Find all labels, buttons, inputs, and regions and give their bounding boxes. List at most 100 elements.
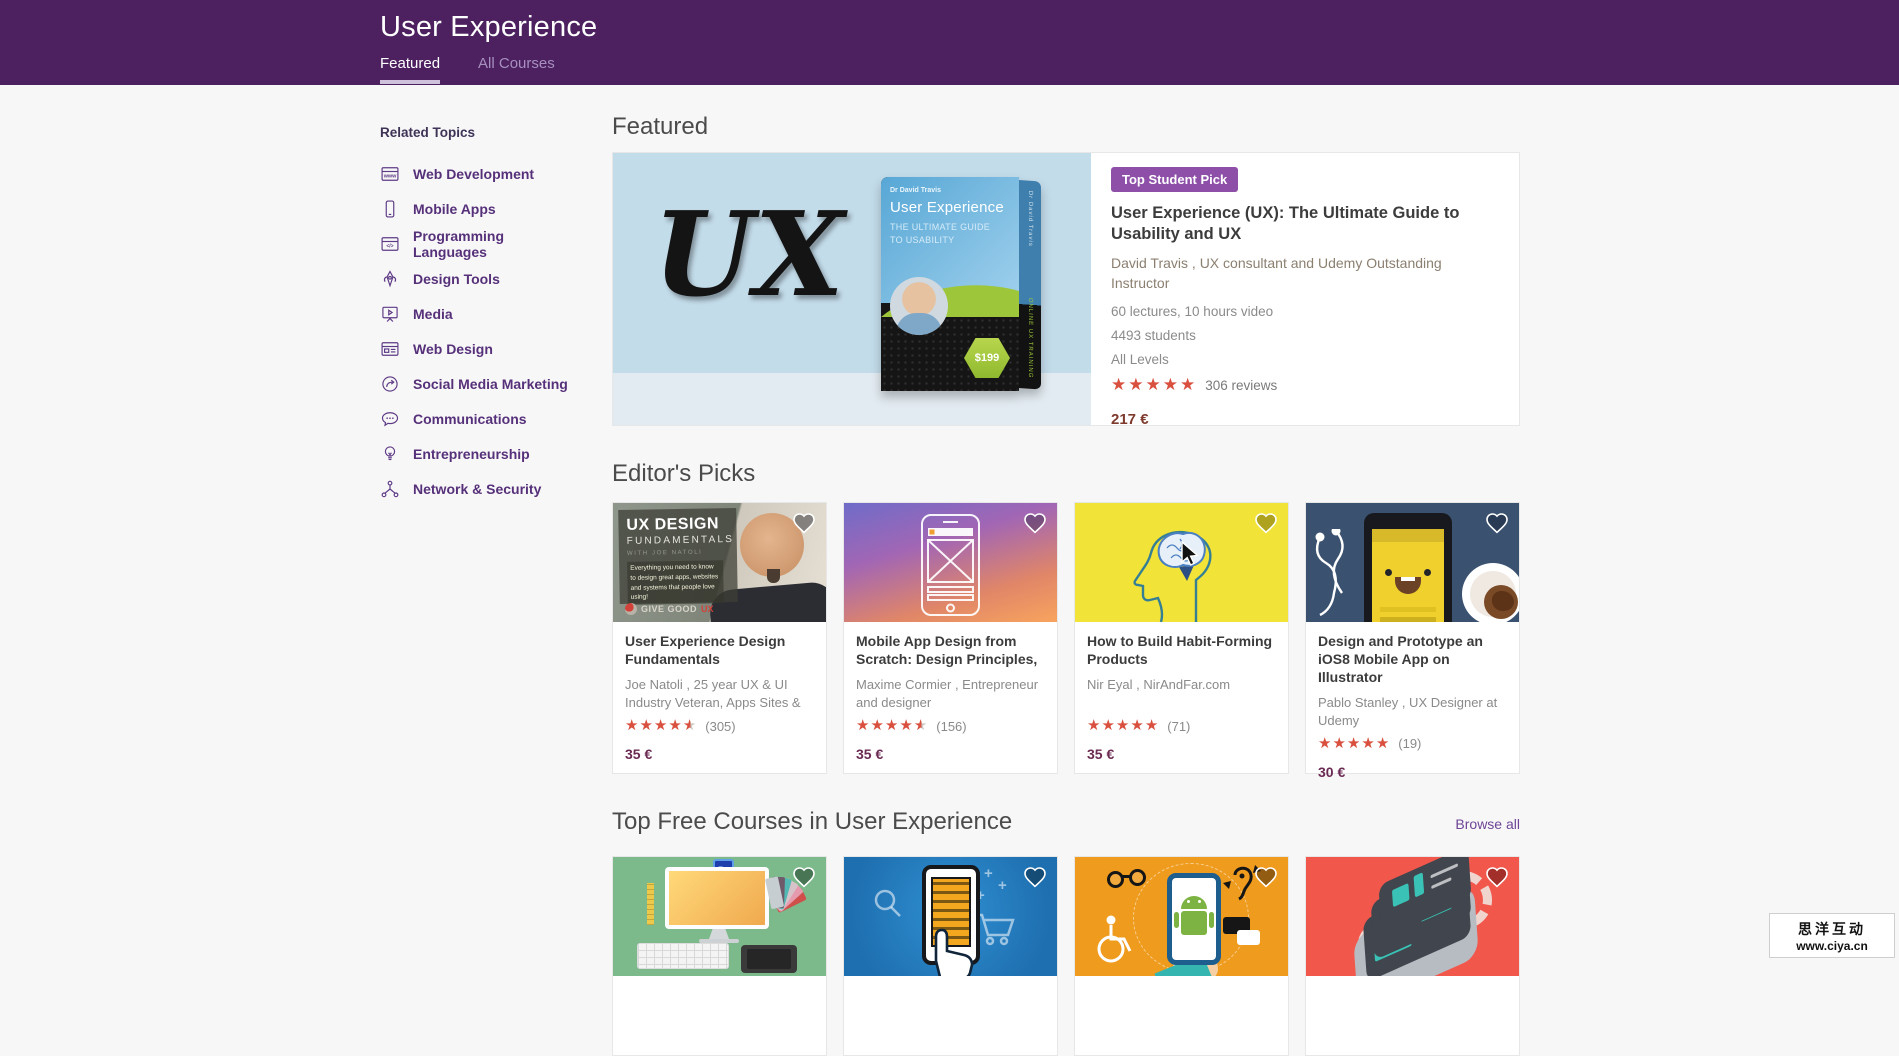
sidebar-item-label: Media [413,306,453,322]
coffee-cup-illustration [1462,563,1519,622]
sidebar-item-mobile-apps[interactable]: Mobile Apps [380,191,579,226]
spine-product-text: ONLINE UX TRAINING [1027,298,1033,379]
wishlist-heart-icon[interactable] [1484,511,1510,535]
sidebar-item-label: Web Design [413,341,493,357]
review-count: (305) [705,719,735,734]
course-card-ios8-prototype[interactable]: Design and Prototype an iOS8 Mobile App … [1305,502,1520,774]
presentation-play-icon [380,304,400,324]
watermark-line2: www.ciya.cn [1796,939,1868,953]
watermark: 思洋互动 www.ciya.cn [1769,913,1895,958]
network-nodes-icon [380,479,400,499]
wishlist-heart-icon[interactable] [1253,511,1279,535]
course-thumbnail [1306,503,1519,622]
earphones-illustration [1306,529,1370,622]
sidebar-item-communications[interactable]: Communications [380,401,579,436]
smartphone-icon [380,199,400,219]
tab-all-courses[interactable]: All Courses [478,55,555,84]
course-card-mobile-app-design[interactable]: Mobile App Design from Scratch: Design P… [843,502,1058,774]
featured-course-card[interactable]: UX Dr David Travis User Experience THE U… [612,152,1520,426]
wheelchair-icon [1091,913,1135,965]
browser-layout-icon [380,339,400,359]
wishlist-heart-icon[interactable] [1022,511,1048,535]
free-course-card-app-layers[interactable] [1305,856,1520,1056]
star-rating: ★★★★★ [625,717,697,735]
course-thumbnail [1075,857,1288,976]
course-price: 35 € [1087,746,1276,762]
sidebar-item-programming-languages[interactable]: </> Programming Languages [380,226,579,261]
review-count: (71) [1167,719,1190,734]
hand-tap-illustration [916,921,982,976]
sidebar-item-label: Network & Security [413,481,541,497]
top-student-pick-badge: Top Student Pick [1111,167,1238,192]
sidebar-item-media[interactable]: Media [380,296,579,331]
svg-text:</>: </> [386,243,393,249]
product-box: Dr David Travis User Experience THE ULTI… [881,177,1041,391]
page-title: User Experience [380,0,1899,44]
instructor-photo [890,277,948,335]
give-good-ux-logo: GIVE GOOD UX [625,603,714,615]
wishlist-heart-icon[interactable] [791,865,817,889]
svg-text:www: www [383,173,397,179]
graphics-tablet-illustration [741,945,797,973]
review-count: (19) [1398,736,1421,751]
course-title: Design and Prototype an iOS8 Mobile App … [1318,632,1507,687]
sidebar-item-network-security[interactable]: Network & Security [380,471,579,506]
tab-featured[interactable]: Featured [380,55,440,84]
star-rating: ★★★★★ [1087,717,1159,735]
free-course-card-android-accessibility[interactable] [1074,856,1289,1056]
sidebar-item-label: Entrepreneurship [413,446,530,462]
course-thumbnail: UX DESIGN FUNDAMENTALS WITH JOE NATOLI E… [613,503,826,622]
header-tabs: Featured All Courses [380,55,1899,84]
sidebar-heading: Related Topics [380,125,579,140]
sidebar-item-entrepreneurship[interactable]: Entrepreneurship [380,436,579,471]
featured-course-students: 4493 students [1111,324,1509,348]
box-subtitle-line2: TO USABILITY [890,235,954,245]
featured-section-heading: Featured [612,113,1520,141]
sidebar-item-web-design[interactable]: Web Design [380,331,579,366]
glasses-icon [1107,871,1124,888]
course-card-ux-design-fundamentals[interactable]: UX DESIGN FUNDAMENTALS WITH JOE NATOLI E… [612,502,827,774]
sidebar-item-label: Design Tools [413,271,500,287]
star-rating: ★★★★★ [856,717,928,735]
page-header: User Experience Featured All Courses [0,0,1899,85]
plus-icon: + [984,865,993,882]
share-circle-icon [380,374,400,394]
course-instructor: Nir Eyal , NirAndFar.com [1087,676,1276,712]
wishlist-heart-icon[interactable] [1484,865,1510,889]
free-course-card-photoshop-design[interactable]: Ps [612,856,827,1056]
code-window-icon: </> [380,234,400,254]
course-thumbnail [844,503,1057,622]
browse-all-link[interactable]: Browse all [1455,816,1520,832]
course-thumbnail [1075,503,1288,622]
sidebar-item-social-media-marketing[interactable]: Social Media Marketing [380,366,579,401]
free-course-card-mobile-commerce[interactable]: + + + [843,856,1058,1056]
course-price: 35 € [856,746,1045,762]
editors-picks-heading: Editor's Picks [612,460,755,488]
box-subtitle-line1: THE ULTIMATE GUIDE [890,222,990,232]
sidebar-item-web-development[interactable]: www Web Development [380,156,579,191]
course-card-habit-forming-products[interactable]: How to Build Habit-Forming Products Nir … [1074,502,1289,774]
thumb-blurb: Everything you need to know to design gr… [627,560,724,605]
course-instructor: Maxime Cormier , Entrepreneur and design… [856,676,1045,712]
wishlist-heart-icon[interactable] [791,511,817,535]
featured-course-level: All Levels [1111,348,1509,372]
wishlist-heart-icon[interactable] [1022,865,1048,889]
monitor-illustration [665,867,769,929]
course-title: User Experience Design Fundamentals [625,632,814,669]
speech-bubble-icon [1237,930,1260,945]
featured-course-lectures: 60 lectures, 10 hours video [1111,300,1509,324]
featured-course-instructor: David Travis , UX consultant and Udemy O… [1111,253,1471,294]
featured-course-banner: UX Dr David Travis User Experience THE U… [613,153,1091,425]
star-rating: ★★★★★ [1111,376,1197,395]
wishlist-heart-icon[interactable] [1253,865,1279,889]
course-thumbnail: + + + [844,857,1057,976]
glasses-icon [1129,869,1146,886]
keyboard-illustration [637,943,729,969]
banner-ux-text: UX [653,197,844,313]
sidebar-item-label: Mobile Apps [413,201,496,217]
course-instructor: Joe Natoli , 25 year UX & UI Industry Ve… [625,676,814,712]
sidebar-item-design-tools[interactable]: Design Tools [380,261,579,296]
android-robot-icon [1181,896,1207,909]
plus-icon: + [998,877,1007,894]
ruler-illustration [647,883,654,925]
